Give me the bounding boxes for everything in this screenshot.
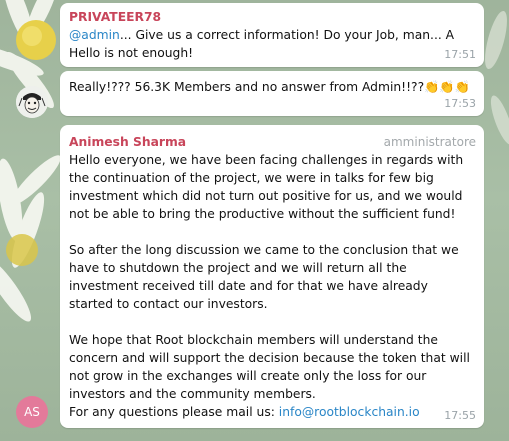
message-time: 17:55 [444, 409, 476, 422]
email-link[interactable]: info@rootblockchain.io [279, 405, 420, 419]
contact-prefix: For any questions please mail us: [69, 405, 279, 419]
admin-role-badge: amministratore [383, 135, 476, 149]
message-body: ... Give us a correct information! Do yo… [69, 28, 455, 60]
message-bubble-admin: Animesh Sharma amministratore Hello ever… [60, 125, 484, 428]
message-bubble-privateer: PRIVATEER78 @admin... Give us a correct … [60, 3, 484, 67]
contact-line: For any questions please mail us: info@r… [69, 403, 471, 421]
user-avatar[interactable]: AS [16, 396, 48, 428]
message-paragraph: We hope that Root blockchain members wil… [69, 333, 470, 401]
mention-admin[interactable]: @admin [69, 28, 120, 42]
sender-name[interactable]: Animesh Sharma [69, 133, 186, 151]
message-body: Really!??? 56.3K Members and no answer f… [69, 80, 471, 94]
message-text: Hello everyone, we have been facing chal… [69, 151, 471, 421]
message-time: 17:53 [444, 97, 476, 110]
message-time: 17:51 [444, 48, 476, 61]
message-paragraph: Hello everyone, we have been facing chal… [69, 153, 464, 221]
sender-name[interactable]: PRIVATEER78 [69, 8, 161, 26]
message-bubble-anonymous: Really!??? 56.3K Members and no answer f… [60, 71, 484, 116]
masked-face-avatar-icon[interactable] [16, 86, 48, 118]
message-text: @admin... Give us a correct information!… [69, 26, 479, 62]
message-paragraph: So after the long discussion we came to … [69, 243, 459, 311]
